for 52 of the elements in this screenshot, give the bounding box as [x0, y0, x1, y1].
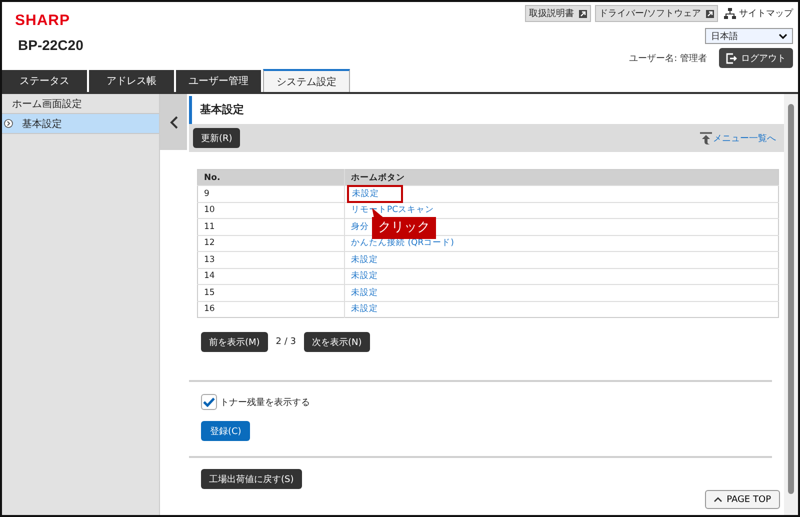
- chevron-left-icon: [170, 116, 178, 128]
- refresh-button[interactable]: 更新(R): [193, 128, 240, 148]
- column-header: No.: [198, 170, 344, 186]
- button-link[interactable]: 未設定: [351, 288, 378, 298]
- sitemap-link[interactable]: サイトマップ: [724, 7, 793, 20]
- tab[interactable]: アドレス帳: [89, 70, 174, 92]
- table-cell: 15: [198, 284, 344, 301]
- button-link[interactable]: かんたん接続 (QRコード): [351, 238, 454, 248]
- return-arrow-icon: [700, 132, 712, 144]
- button-link[interactable]: 未設定: [351, 304, 378, 314]
- collapse-button[interactable]: [160, 94, 187, 150]
- checkbox[interactable]: [201, 394, 217, 410]
- table-cell: 11: [198, 218, 344, 235]
- table-cell: 10: [198, 202, 344, 218]
- factory-reset-button[interactable]: 工場出荷値に戻す(S): [201, 469, 302, 489]
- page-top-button[interactable]: PAGE TOP: [704, 490, 780, 509]
- sitemap-icon: [724, 8, 736, 19]
- table-cell: 16: [198, 301, 344, 318]
- manual-link[interactable]: 取扱説明書: [524, 5, 591, 22]
- chevron-down-icon: [779, 34, 787, 38]
- logout-icon: [726, 52, 737, 64]
- table-cell: 14: [198, 268, 344, 284]
- table-cell: 13: [198, 252, 344, 268]
- logo: SHARP: [15, 12, 72, 29]
- sidebar-item[interactable]: 基本設定: [2, 114, 159, 134]
- tab[interactable]: ユーザー管理: [176, 70, 261, 92]
- language-select[interactable]: 日本語: [705, 28, 793, 44]
- user-name: ユーザー名: 管理者: [629, 52, 707, 64]
- external-link-icon: [706, 10, 714, 18]
- checkbox-label: トナー残量を表示する: [220, 396, 310, 408]
- previous-button[interactable]: 前を表示(M): [201, 332, 268, 352]
- table-cell: 9: [198, 186, 344, 202]
- tab[interactable]: システム設定: [263, 69, 350, 92]
- button-link[interactable]: リモートPCスキャン: [351, 205, 434, 216]
- menu-list-link[interactable]: メニュー一覧へ: [700, 132, 776, 144]
- next-button[interactable]: 次を表示(N): [304, 332, 370, 352]
- register-button[interactable]: 登録(C): [201, 421, 250, 441]
- table-cell: 12: [198, 235, 344, 252]
- column-header: ホームボタン: [344, 170, 778, 186]
- chevron-up-icon: [714, 497, 722, 502]
- page-indicator: 2 / 3: [276, 337, 296, 347]
- model-name: BP-22C20: [18, 37, 84, 53]
- chevron-circle-icon: [4, 119, 13, 128]
- button-link[interactable]: 未設定: [351, 271, 378, 282]
- tab[interactable]: ステータス: [2, 70, 87, 92]
- callout-pointer-icon: [372, 208, 384, 218]
- logout-button[interactable]: ログアウト: [719, 48, 793, 68]
- manual-link[interactable]: ドライバー/ソフトウェア: [594, 5, 718, 22]
- external-link-icon: [578, 10, 587, 18]
- scrollbar[interactable]: [784, 94, 798, 515]
- button-link[interactable]: 身分: [351, 222, 369, 232]
- button-link[interactable]: 未設定: [351, 254, 378, 265]
